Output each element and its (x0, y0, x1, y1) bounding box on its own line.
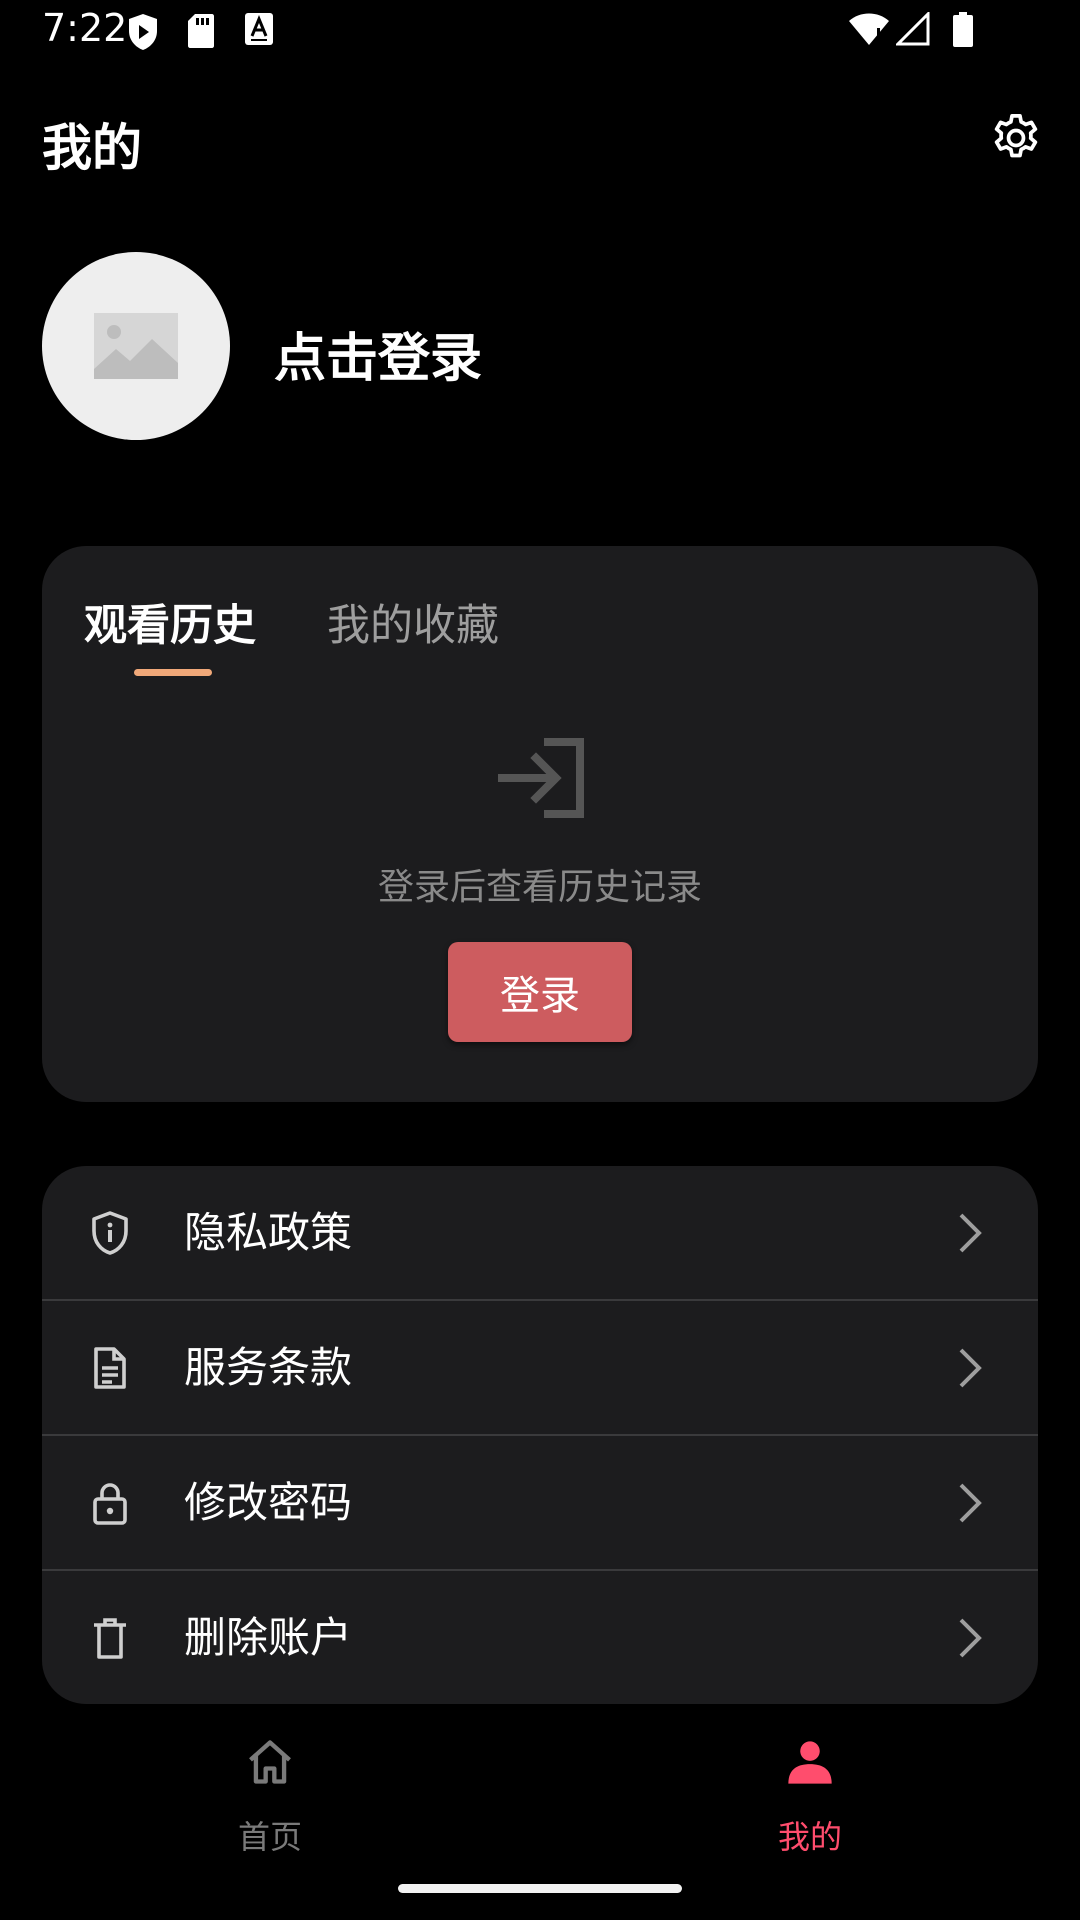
chevron-right-icon (959, 1618, 982, 1658)
page-title: 我的 (42, 119, 142, 177)
nav-label-mine: 我的 (777, 1818, 842, 1856)
status-bar: 7:22 (0, 0, 1080, 62)
tab-indicator (134, 669, 212, 676)
document-icon (94, 1347, 126, 1389)
home-indicator[interactable] (398, 1884, 682, 1893)
image-placeholder-icon (94, 313, 178, 379)
a-keyboard-icon (245, 13, 273, 45)
wifi-icon (849, 13, 889, 45)
gear-icon (994, 113, 1038, 158)
status-time: 7:22 (42, 6, 128, 50)
shield-info-icon (92, 1211, 128, 1255)
status-icons-right (840, 12, 1080, 52)
menu-card: 隐私政策 服务条款 修改密码 删除账户 (42, 1166, 1038, 1704)
bottom-nav: 首页 我的 (0, 1720, 1080, 1856)
menu-item-terms-of-service[interactable]: 服务条款 (42, 1301, 1038, 1435)
nav-item-mine[interactable]: 我的 (710, 1720, 910, 1856)
avatar[interactable] (42, 252, 230, 440)
lock-icon (93, 1483, 127, 1525)
login-prompt[interactable]: 点击登录 (274, 316, 482, 391)
chevron-right-icon (959, 1483, 982, 1523)
sd-card-icon (188, 14, 214, 48)
settings-button[interactable] (986, 108, 1046, 168)
tab-my-favorites[interactable]: 我的收藏 (327, 596, 499, 656)
login-arrow-icon (498, 738, 584, 818)
shield-play-icon (129, 14, 157, 50)
chevron-right-icon (959, 1348, 982, 1388)
signal-icon (896, 12, 930, 46)
empty-state-text: 登录后查看历史记录 (377, 867, 702, 908)
chevron-right-icon (959, 1213, 982, 1253)
battery-icon (953, 12, 973, 47)
tab-watch-history[interactable]: 观看历史 (84, 596, 256, 656)
home-icon (249, 1740, 291, 1784)
menu-item-label: 服务条款 (184, 1343, 353, 1392)
menu-item-label: 删除账户 (184, 1613, 353, 1662)
menu-item-change-password[interactable]: 修改密码 (42, 1436, 1038, 1570)
menu-item-label: 修改密码 (184, 1478, 353, 1527)
menu-item-delete-account[interactable]: 删除账户 (42, 1571, 1038, 1704)
nav-label-home: 首页 (237, 1818, 302, 1856)
menu-item-label: 隐私政策 (184, 1208, 353, 1257)
trash-icon (94, 1618, 126, 1659)
login-button[interactable]: 登录 (448, 942, 632, 1042)
person-icon (788, 1741, 832, 1784)
nav-item-home[interactable]: 首页 (170, 1720, 370, 1856)
menu-item-privacy-policy[interactable]: 隐私政策 (42, 1166, 1038, 1300)
